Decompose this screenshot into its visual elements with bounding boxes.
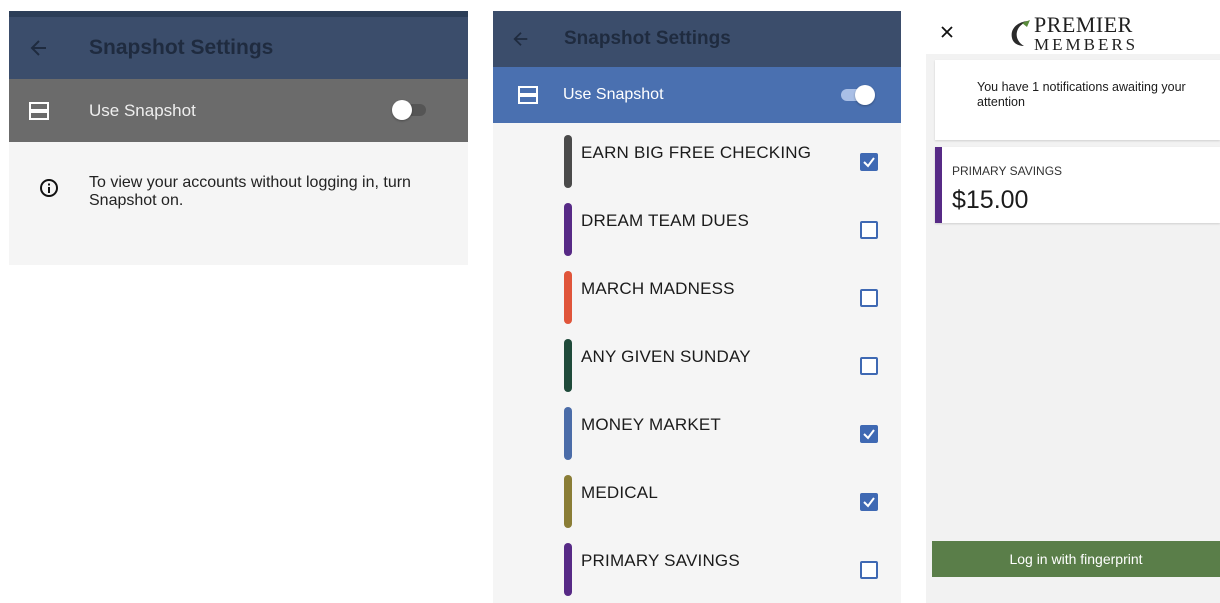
account-checkbox[interactable] (860, 493, 878, 511)
notification-text: You have 1 notifications awaiting your a… (977, 80, 1186, 109)
use-snapshot-toggle[interactable] (392, 100, 428, 120)
account-color-bar (564, 407, 572, 460)
account-row[interactable]: MONEY MARKET (493, 395, 901, 463)
snapshot-settings-on-screen: Snapshot Settings Use Snapshot EARN BIG … (493, 11, 901, 603)
account-name: EARN BIG FREE CHECKING (581, 143, 812, 162)
checkmark-icon (863, 497, 875, 508)
close-button[interactable] (938, 23, 956, 41)
back-button[interactable] (493, 30, 549, 48)
use-snapshot-label: Use Snapshot (563, 86, 664, 103)
premier-members-logo: PREMIER MEMBERS (1008, 11, 1139, 54)
arrow-left-icon (30, 40, 46, 56)
account-color-bar (564, 339, 572, 392)
account-row[interactable]: DREAM TEAM DUES (493, 191, 901, 259)
close-icon (941, 26, 953, 38)
account-checkbox[interactable] (860, 561, 878, 579)
account-name: MEDICAL (581, 483, 658, 502)
checkmark-icon (863, 429, 875, 440)
account-name: PRIMARY SAVINGS (581, 551, 740, 570)
arrow-left-icon (513, 32, 528, 46)
list-rows-icon (9, 101, 69, 121)
app-bar: Snapshot Settings (9, 17, 468, 79)
page-title: Snapshot Settings (564, 28, 731, 49)
account-checkbox[interactable] (860, 289, 878, 307)
list-rows-icon (493, 85, 563, 105)
account-row[interactable]: ANY GIVEN SUNDAY (493, 327, 901, 395)
account-row[interactable]: MARCH MADNESS (493, 259, 901, 327)
notification-card[interactable]: You have 1 notifications awaiting your a… (935, 60, 1220, 140)
account-name: DREAM TEAM DUES (581, 211, 749, 230)
snapshot-view-screen: PREMIER MEMBERS You have 1 notifications… (926, 11, 1220, 603)
use-snapshot-row[interactable]: Use Snapshot (493, 67, 901, 123)
header: PREMIER MEMBERS (926, 11, 1220, 54)
account-color-bar (564, 271, 572, 324)
account-row[interactable]: MEDICAL (493, 463, 901, 531)
page-title: Snapshot Settings (89, 36, 274, 59)
account-name: ANY GIVEN SUNDAY (581, 347, 751, 366)
account-list: EARN BIG FREE CHECKING DREAM TEAM DUES MAR… (493, 123, 901, 599)
snapshot-settings-off-screen: Snapshot Settings Use Snapshot To view y… (9, 11, 468, 265)
account-name: MARCH MADNESS (581, 279, 735, 298)
account-color-bar (935, 147, 942, 223)
logo-line1: PREMIER (1034, 11, 1133, 37)
use-snapshot-row[interactable]: Use Snapshot (9, 79, 468, 142)
account-checkbox[interactable] (860, 221, 878, 239)
info-text: To view your accounts without logging in… (89, 174, 411, 209)
account-row[interactable]: PRIMARY SAVINGS (493, 531, 901, 599)
account-balance: $15.00 (952, 186, 1029, 214)
account-checkbox[interactable] (860, 153, 878, 171)
account-name: PRIMARY SAVINGS (952, 164, 1063, 178)
account-color-bar (564, 475, 572, 528)
info-circle-icon (9, 174, 89, 210)
account-checkbox[interactable] (860, 425, 878, 443)
account-row[interactable]: EARN BIG FREE CHECKING (493, 123, 901, 191)
account-color-bar (564, 203, 572, 256)
use-snapshot-label: Use Snapshot (89, 100, 196, 120)
account-checkbox[interactable] (860, 357, 878, 375)
account-color-bar (564, 543, 572, 596)
account-name: MONEY MARKET (581, 415, 721, 434)
logo-line2: MEMBERS (1034, 34, 1139, 54)
use-snapshot-toggle[interactable] (841, 85, 877, 105)
back-button[interactable] (9, 38, 69, 58)
fingerprint-login-button[interactable]: Log in with fingerprint (932, 541, 1220, 577)
account-color-bar (564, 135, 572, 188)
info-message: To view your accounts without logging in… (9, 142, 468, 210)
app-bar: Snapshot Settings (493, 11, 901, 67)
checkmark-icon (863, 157, 875, 168)
account-card[interactable]: PRIMARY SAVINGS $15.00 (935, 147, 1220, 223)
logo-swoosh-icon (1011, 20, 1030, 46)
